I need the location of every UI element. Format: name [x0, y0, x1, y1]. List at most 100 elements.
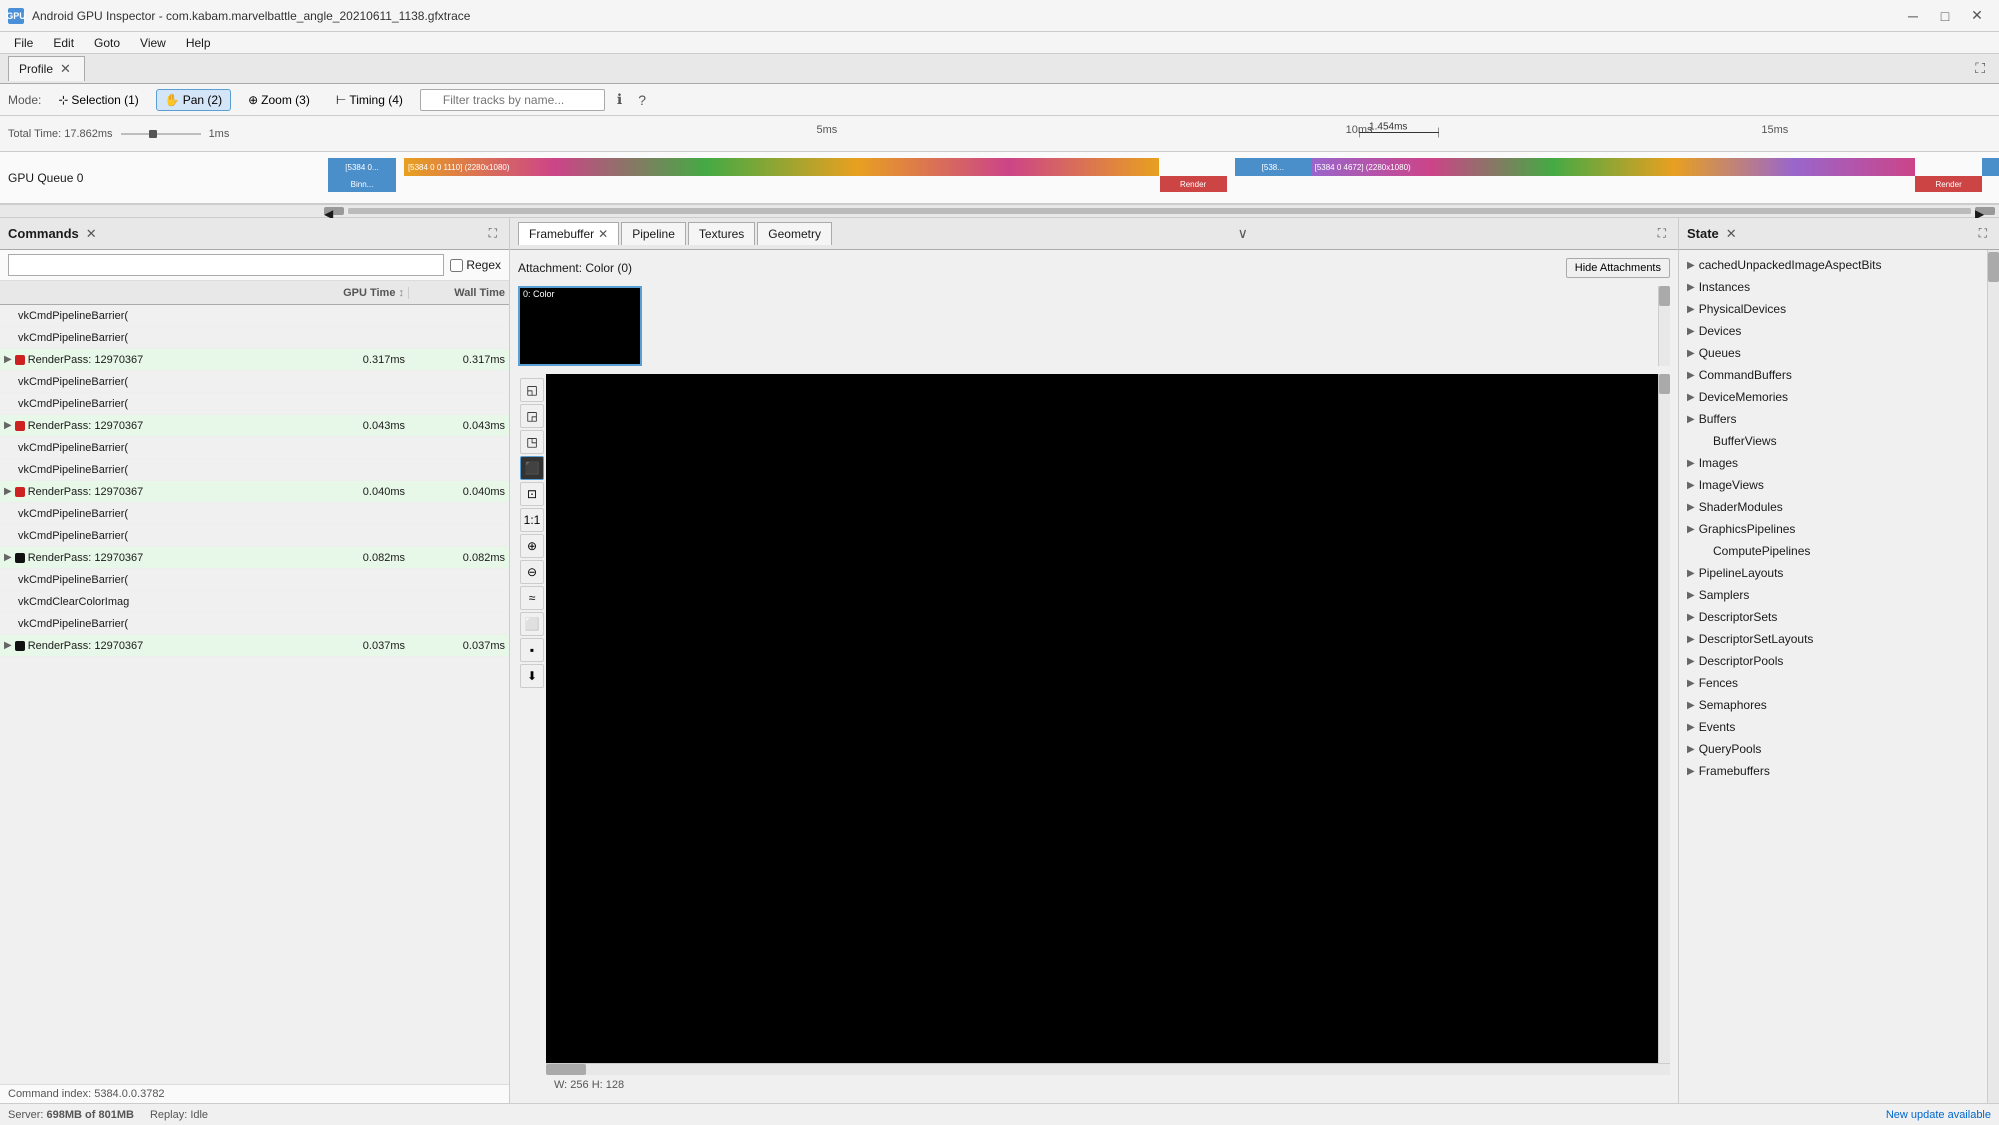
tool-histogram[interactable]: ≈: [520, 586, 544, 610]
profile-tab[interactable]: Profile ✕: [8, 56, 85, 81]
state-expand-button[interactable]: ⛶: [1975, 224, 1991, 243]
list-item[interactable]: ▶Images: [1679, 452, 1987, 474]
commands-search-input[interactable]: [8, 254, 444, 276]
expand-arrow-icon[interactable]: ▶: [4, 420, 12, 431]
table-row[interactable]: vkCmdPipelineBarrier(: [0, 371, 509, 393]
menu-edit[interactable]: Edit: [43, 34, 84, 52]
hide-attachments-button[interactable]: Hide Attachments: [1566, 258, 1670, 278]
list-item[interactable]: ▶DescriptorSetLayouts: [1679, 628, 1987, 650]
state-close-button[interactable]: ✕: [1723, 226, 1740, 242]
expand-arrow-icon[interactable]: ▶: [4, 552, 12, 563]
table-row[interactable]: ▶RenderPass: 129703670.082ms0.082ms: [0, 547, 509, 569]
table-row[interactable]: vkCmdPipelineBarrier(: [0, 569, 509, 591]
list-item[interactable]: BufferViews: [1679, 430, 1987, 452]
table-row[interactable]: vkCmdPipelineBarrier(: [0, 613, 509, 635]
tool-fit[interactable]: ◱: [520, 378, 544, 402]
table-row[interactable]: vkCmdPipelineBarrier(: [0, 459, 509, 481]
timeline-scroll[interactable]: ◀ ▶: [0, 204, 1999, 218]
state-scroll[interactable]: [1987, 250, 1999, 1103]
list-item[interactable]: ▶DeviceMemories: [1679, 386, 1987, 408]
canvas-scroll-thumb-v[interactable]: [1659, 374, 1670, 394]
tool-zoom-out[interactable]: ⊖: [520, 560, 544, 584]
list-item[interactable]: ▶Framebuffers: [1679, 760, 1987, 782]
expand-arrow-icon[interactable]: ▶: [4, 354, 12, 365]
tab-geometry[interactable]: Geometry: [757, 222, 832, 245]
menu-view[interactable]: View: [130, 34, 176, 52]
list-item[interactable]: ▶Samplers: [1679, 584, 1987, 606]
tab-pipeline[interactable]: Pipeline: [621, 222, 686, 245]
tab-framebuffer[interactable]: Framebuffer ✕: [518, 222, 619, 245]
framebuffer-tab-close[interactable]: ✕: [598, 227, 608, 241]
list-item[interactable]: ▶Fences: [1679, 672, 1987, 694]
list-item[interactable]: ▶QueryPools: [1679, 738, 1987, 760]
regex-label[interactable]: Regex: [450, 258, 501, 272]
list-item[interactable]: ▶ImageViews: [1679, 474, 1987, 496]
table-row[interactable]: vkCmdPipelineBarrier(: [0, 437, 509, 459]
thumbnail-color-0[interactable]: 0: Color: [518, 286, 642, 366]
menu-goto[interactable]: Goto: [84, 34, 130, 52]
table-row[interactable]: vkCmdPipelineBarrier(: [0, 393, 509, 415]
maximize-button[interactable]: □: [1931, 6, 1959, 26]
thumbnail-scroll[interactable]: [1658, 286, 1670, 366]
menu-help[interactable]: Help: [176, 34, 221, 52]
tab-textures[interactable]: Textures: [688, 222, 755, 245]
gpu-queue-content[interactable]: [5384 0... Binn... [5384 0 0 1110] (2280…: [320, 152, 1999, 203]
tool-download[interactable]: ⬇: [520, 664, 544, 688]
tool-color[interactable]: ⬛: [520, 456, 544, 480]
profile-tab-close[interactable]: ✕: [57, 61, 74, 77]
update-link[interactable]: New update available: [1886, 1109, 1991, 1121]
list-item[interactable]: ▶DescriptorPools: [1679, 650, 1987, 672]
table-row[interactable]: vkCmdPipelineBarrier(: [0, 327, 509, 349]
menu-file[interactable]: File: [4, 34, 43, 52]
minimize-button[interactable]: ─: [1899, 6, 1927, 26]
list-item[interactable]: ▶DescriptorSets: [1679, 606, 1987, 628]
tool-flip-v[interactable]: ◳: [520, 430, 544, 454]
thumb-scroll-thumb[interactable]: [1659, 286, 1670, 306]
table-row[interactable]: vkCmdPipelineBarrier(: [0, 305, 509, 327]
list-item[interactable]: ▶ShaderModules: [1679, 496, 1987, 518]
scroll-thumb[interactable]: [348, 208, 1971, 214]
list-item[interactable]: ▶PhysicalDevices: [1679, 298, 1987, 320]
list-item[interactable]: ComputePipelines: [1679, 540, 1987, 562]
timing-mode-button[interactable]: ⊢ Timing (4): [327, 89, 412, 111]
canvas-scroll-v[interactable]: [1658, 374, 1670, 1063]
canvas-scroll-thumb-h[interactable]: [546, 1064, 586, 1075]
table-row[interactable]: vkCmdPipelineBarrier(: [0, 503, 509, 525]
list-item[interactable]: ▶Semaphores: [1679, 694, 1987, 716]
list-item[interactable]: ▶Buffers: [1679, 408, 1987, 430]
list-item[interactable]: ▶Devices: [1679, 320, 1987, 342]
list-item[interactable]: ▶CommandBuffers: [1679, 364, 1987, 386]
commands-expand-button[interactable]: ⛶: [485, 224, 501, 243]
commands-close-button[interactable]: ✕: [83, 226, 100, 242]
table-row[interactable]: ▶RenderPass: 129703670.037ms0.037ms: [0, 635, 509, 657]
list-item[interactable]: ▶cachedUnpackedImageAspectBits: [1679, 254, 1987, 276]
tool-select[interactable]: ⊡: [520, 482, 544, 506]
tool-small-dot[interactable]: ▪: [520, 638, 544, 662]
expand-arrow-icon[interactable]: ▶: [4, 486, 12, 497]
tool-zoom-in[interactable]: ⊕: [520, 534, 544, 558]
tool-flip-h[interactable]: ◲: [520, 404, 544, 428]
scroll-right-arrow[interactable]: ▶: [1975, 207, 1995, 215]
list-item[interactable]: ▶Queues: [1679, 342, 1987, 364]
scroll-left-arrow[interactable]: ◀: [324, 207, 344, 215]
timeline-slider[interactable]: [121, 127, 201, 141]
filter-input[interactable]: [420, 89, 605, 111]
pan-mode-button[interactable]: ✋ Pan (2): [156, 89, 231, 111]
tool-checkerboard[interactable]: ⬜: [520, 612, 544, 636]
framebuffer-expand-button[interactable]: ⛶: [1654, 224, 1670, 243]
table-row[interactable]: vkCmdPipelineBarrier(: [0, 525, 509, 547]
table-row[interactable]: vkCmdClearColorImag: [0, 591, 509, 613]
canvas-scroll-h[interactable]: [546, 1063, 1670, 1075]
regex-checkbox[interactable]: [450, 259, 463, 272]
list-item[interactable]: ▶PipelineLayouts: [1679, 562, 1987, 584]
zoom-mode-button[interactable]: ⊕ Zoom (3): [239, 89, 319, 111]
list-item[interactable]: ▶Instances: [1679, 276, 1987, 298]
close-button[interactable]: ✕: [1963, 6, 1991, 26]
profile-expand-button[interactable]: ⛶: [1969, 58, 1991, 79]
tool-1to1[interactable]: 1:1: [520, 508, 544, 532]
list-item[interactable]: ▶Events: [1679, 716, 1987, 738]
more-tabs-button[interactable]: ∨: [1238, 225, 1248, 242]
selection-mode-button[interactable]: ⊹ Selection (1): [49, 89, 147, 111]
info-button[interactable]: ℹ: [613, 89, 626, 110]
list-item[interactable]: ▶GraphicsPipelines: [1679, 518, 1987, 540]
